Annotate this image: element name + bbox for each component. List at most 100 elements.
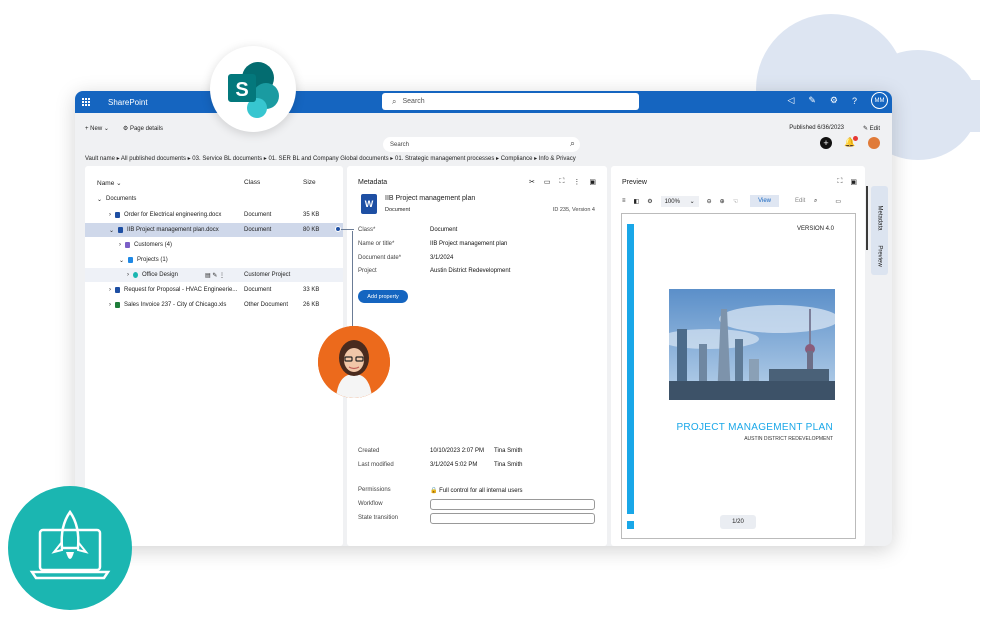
settings-icon[interactable]: ⚙ (830, 95, 838, 106)
prop-label: Document date* (358, 255, 402, 261)
table-row[interactable]: ⌄ Projects (1) (85, 253, 343, 267)
expand-icon[interactable]: ⛶ (837, 178, 842, 186)
megaphone-icon[interactable]: ◁ (787, 95, 794, 106)
svg-text:S: S (235, 79, 248, 101)
comment-icon[interactable]: ▭ (835, 198, 841, 205)
workflow-field[interactable] (430, 499, 595, 510)
breadcrumb[interactable]: Vault name ▸ All published documents ▸ 0… (85, 155, 576, 162)
search-icon: ⌕ (569, 138, 575, 148)
chevron-down-icon[interactable]: ⌄ (119, 257, 124, 264)
tab-preview[interactable]: Preview (871, 237, 888, 275)
profile-avatar[interactable] (868, 137, 880, 149)
created-label: Created (358, 448, 380, 454)
active-tab-indicator (866, 186, 868, 250)
word-doc-icon (115, 212, 120, 218)
search-icon[interactable]: ⌕ (814, 198, 817, 205)
help-icon[interactable]: ? (852, 96, 857, 106)
table-row[interactable]: › Sales Invoice 237 - City of Chicago.xls… (85, 298, 343, 312)
hand-icon[interactable]: ☜ (733, 198, 738, 205)
panel-icon[interactable]: ▣ (589, 178, 596, 186)
connector-line (352, 231, 353, 326)
connector-dot (335, 226, 341, 232)
list-header: Name ⌄ Class Size (97, 179, 343, 187)
menu-icon[interactable]: ≡ (622, 198, 626, 204)
chevron-right-icon[interactable]: › (127, 272, 129, 278)
more-icon[interactable]: ⋮ (573, 178, 580, 186)
settings-icon[interactable]: ⚙ (647, 198, 652, 205)
page-indicator: 1/20 (720, 515, 756, 529)
view-button[interactable]: View (750, 195, 779, 207)
search-placeholder: Search (402, 98, 425, 105)
document-subheading: AUSTIN DISTRICT REDEVELOPMENT (744, 436, 833, 442)
top-bar: SharePoint ⌕ Search ◁ ✎ ⚙ ? MM (75, 91, 892, 113)
version-label: VERSION 4.0 (796, 226, 834, 232)
edit-button[interactable]: ✎ Edit (863, 125, 880, 132)
chevron-right-icon[interactable]: › (109, 287, 111, 293)
document-class: Document (385, 207, 411, 213)
column-class[interactable]: Class (244, 179, 303, 187)
search-input[interactable]: ⌕ Search (382, 93, 639, 110)
edit-button[interactable]: Edit (787, 195, 813, 207)
zoom-select[interactable]: 100% ⌄ (660, 195, 699, 207)
chevron-down-icon[interactable]: ⌄ (97, 196, 102, 203)
table-row[interactable]: › Office Design ▤ ✎ ⋮ Customer Project (85, 268, 343, 282)
prop-label: Project (358, 268, 377, 274)
command-bar: + New ⌄ ⚙ Page details Published 6/36/20… (75, 121, 892, 135)
table-row[interactable]: ⌄ IIB Project management plan.docx Docume… (85, 223, 343, 237)
prop-value[interactable]: Document (430, 227, 457, 233)
table-row[interactable]: › Order for Electrical engineering.docx D… (85, 208, 343, 222)
zoom-in-icon[interactable]: ⊕ (720, 198, 725, 205)
table-row[interactable]: › Customers (4) (85, 238, 343, 252)
state-transition-label: State transition (358, 515, 399, 521)
prop-value[interactable]: 3/1/2024 (430, 255, 453, 261)
column-name[interactable]: Name ⌄ (97, 179, 244, 187)
expand-icon[interactable]: ⛶ (559, 178, 564, 186)
permissions-value[interactable]: 🔒 Full control for all internal users (430, 487, 523, 494)
prop-value[interactable]: Austin District Redevelopment (430, 268, 510, 274)
modified-value: 3/1/2024 5:02 PM (430, 462, 478, 468)
page-details-button[interactable]: ⚙ Page details (123, 125, 163, 132)
chevron-down-icon[interactable]: ⌄ (109, 227, 114, 234)
rocket-laptop-icon (8, 486, 132, 610)
layout-icon[interactable]: ◧ (634, 198, 640, 205)
vault-search-placeholder: Search (390, 141, 410, 148)
notification-icon[interactable]: 🔔 (844, 136, 858, 149)
list-item[interactable]: ⌄ Documents (85, 192, 343, 206)
user-photo (318, 326, 390, 398)
pin-icon[interactable]: ✂ (529, 178, 535, 186)
comment-icon[interactable]: ▭ (544, 178, 551, 186)
excel-doc-icon (115, 302, 120, 308)
table-row[interactable]: › Request for Proposal - HVAC Engineerie.… (85, 283, 343, 297)
zoom-out-icon[interactable]: ⊖ (707, 198, 712, 205)
prop-value[interactable]: IIB Project management plan (430, 241, 507, 247)
new-button[interactable]: + New ⌄ (85, 125, 109, 132)
preview-title: Preview (622, 179, 647, 186)
chevron-right-icon[interactable]: › (109, 302, 111, 308)
accent-bar (627, 224, 634, 514)
app-name[interactable]: SharePoint (108, 98, 148, 107)
chevron-right-icon[interactable]: › (119, 242, 121, 248)
city-skyline-image (669, 289, 835, 400)
accent-bar (627, 521, 634, 529)
add-icon[interactable]: + (820, 137, 832, 149)
vault-search-input[interactable]: Search ⌕ (383, 137, 580, 152)
app-launcher-icon[interactable] (82, 98, 90, 106)
modified-label: Last modified (358, 462, 394, 468)
published-status: Published 6/36/2023 (789, 125, 844, 131)
chevron-right-icon[interactable]: › (109, 212, 111, 218)
document-id: ID 235, Version 4 (552, 207, 595, 213)
word-doc-icon (118, 227, 124, 233)
row-actions[interactable]: ▤ ✎ ⋮ (205, 272, 225, 279)
customers-icon (125, 242, 130, 248)
document-page: VERSION 4.0 PROJECT MANAGEMENT PLAN AUST… (621, 213, 856, 539)
state-transition-field[interactable] (430, 513, 595, 524)
panel-icon[interactable]: ▣ (850, 178, 857, 186)
column-size[interactable]: Size (303, 179, 316, 187)
add-property-button[interactable]: Add property (358, 290, 408, 303)
created-by: Tina Smith (494, 448, 523, 454)
user-avatar[interactable]: MM (871, 92, 888, 109)
sharepoint-logo: S (210, 46, 296, 132)
feedback-icon[interactable]: ✎ (808, 95, 816, 106)
workflow-label: Workflow (358, 501, 383, 507)
prop-label: Class* (358, 227, 376, 233)
